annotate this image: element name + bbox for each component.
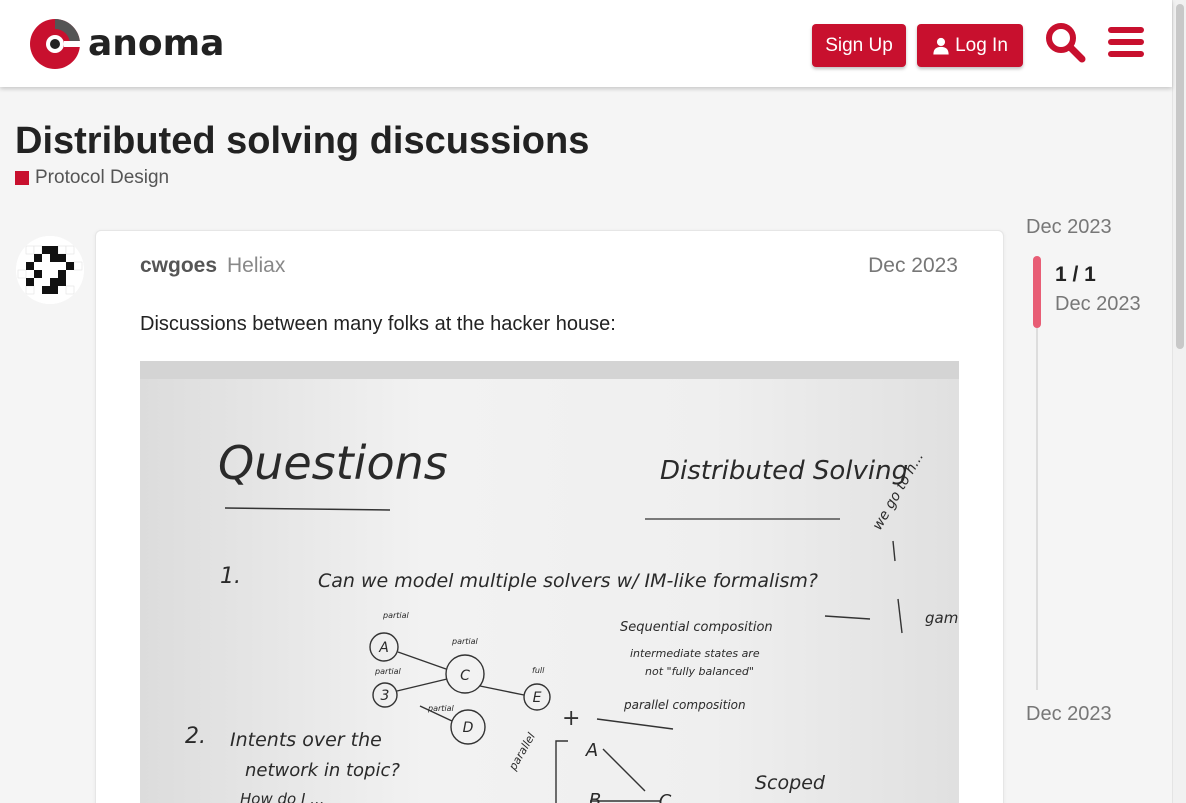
- post-user-group[interactable]: Heliax: [227, 254, 285, 278]
- scrollbar-thumb[interactable]: [1176, 4, 1184, 349]
- timeline-start-date[interactable]: Dec 2023: [1026, 216, 1112, 239]
- whiteboard-photo[interactable]: Questions Distributed Solving 1. Can we …: [140, 361, 959, 803]
- wb-node-e: E: [533, 690, 542, 706]
- wb-tag-3: full: [532, 666, 545, 675]
- log-in-label: Log In: [955, 34, 1008, 56]
- whiteboard-drawing: Questions Distributed Solving 1. Can we …: [140, 361, 959, 803]
- page-scrollbar[interactable]: [1172, 0, 1186, 803]
- wb-node-c: C: [460, 668, 470, 684]
- post-body-text: Discussions between many folks at the ha…: [140, 313, 616, 335]
- wb-heading-left: Questions: [218, 436, 448, 490]
- wb-node-a: A: [378, 640, 389, 656]
- logo-wordmark: anoma: [88, 23, 225, 64]
- wb-q2-line-3: How do I ...: [240, 790, 324, 803]
- site-logo[interactable]: anoma: [28, 17, 228, 71]
- timeline-end-date[interactable]: Dec 2023: [1026, 703, 1112, 726]
- category-badge[interactable]: Protocol Design: [15, 167, 169, 189]
- category-color-swatch: [15, 171, 29, 185]
- hamburger-menu-icon[interactable]: [1106, 21, 1148, 63]
- post-date[interactable]: Dec 2023: [868, 254, 958, 278]
- wb-q1-text: Can we model multiple solvers w/ IM-like…: [318, 570, 818, 592]
- user-icon: [933, 37, 949, 55]
- wb-plus-sign: +: [562, 706, 580, 731]
- wb-note-intermediate-2: not "fully balanced": [645, 665, 754, 678]
- wb-q1-number: 1.: [220, 564, 241, 589]
- wb-note-scoped: Scoped: [755, 772, 826, 794]
- search-icon[interactable]: [1044, 21, 1086, 63]
- post-username[interactable]: cwgoes: [140, 254, 217, 278]
- wb-q2-number: 2.: [185, 724, 206, 749]
- avatar[interactable]: [16, 236, 84, 304]
- topic-title[interactable]: Distributed solving discussions: [15, 120, 589, 163]
- anoma-logo-icon: [30, 19, 80, 69]
- wb-tag-1: partial: [382, 611, 410, 620]
- sign-up-button[interactable]: Sign Up: [812, 24, 906, 67]
- wb-node-c2: C: [659, 791, 672, 803]
- wb-heading-right: Distributed Solving: [660, 456, 908, 486]
- wb-note-right-2: game: [925, 609, 959, 627]
- timeline-current-date: Dec 2023: [1055, 293, 1141, 315]
- wb-node-a2: A: [585, 740, 598, 761]
- wb-note-parallel: parallel composition: [623, 698, 746, 712]
- wb-note-sequential: Sequential composition: [620, 620, 773, 635]
- wb-node-b: B: [589, 790, 601, 803]
- site-header: anoma Sign Up Log In: [0, 0, 1172, 87]
- category-name: Protocol Design: [35, 167, 170, 188]
- wb-q2-line-2: network in topic?: [245, 760, 400, 781]
- wb-node-3: 3: [381, 688, 390, 704]
- wb-note-intermediate-1: intermediate states are: [630, 647, 760, 660]
- wb-q2-line-1: Intents over the: [230, 729, 382, 751]
- wb-tag-4: partial: [374, 667, 402, 676]
- log-in-button[interactable]: Log In: [917, 24, 1023, 67]
- wb-tag-5: partial: [427, 704, 455, 713]
- post-card: cwgoes Heliax Dec 2023 Discussions betwe…: [95, 230, 1004, 803]
- timeline-scroller-handle[interactable]: [1033, 256, 1041, 328]
- wb-tag-2: partial: [451, 637, 479, 646]
- wb-node-d: D: [463, 720, 474, 736]
- timeline-position: 1 / 1: [1055, 263, 1096, 286]
- sign-up-label: Sign Up: [825, 34, 893, 56]
